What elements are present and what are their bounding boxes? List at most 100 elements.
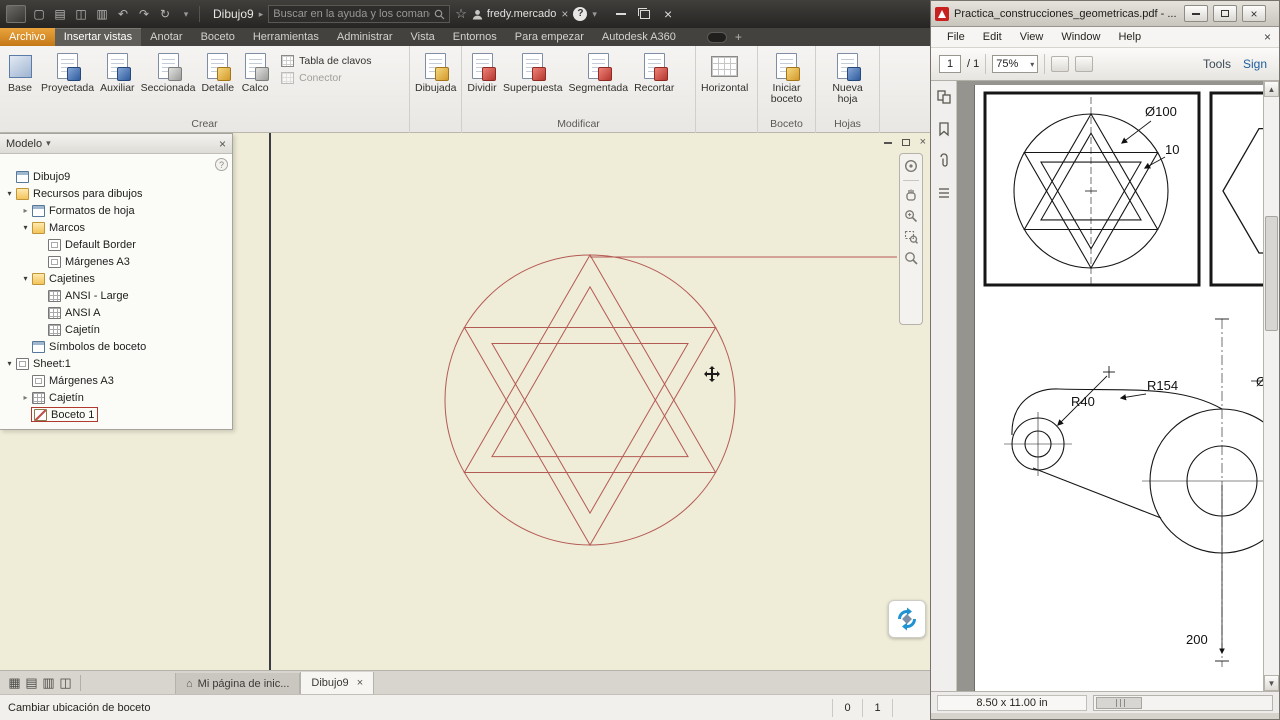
expand-open-icon[interactable] — [20, 223, 31, 232]
tree-item-cajetin[interactable]: Cajetín — [0, 321, 232, 338]
tab-insertar-vistas[interactable]: Insertar vistas — [54, 28, 142, 46]
new-file-icon[interactable]: ▢ — [31, 6, 47, 22]
tab-dibujo9[interactable]: Dibujo9 × — [300, 672, 375, 694]
save-icon[interactable]: ◫ — [73, 6, 89, 22]
tree-item-default-border[interactable]: Default Border — [0, 236, 232, 253]
redo-icon[interactable]: ↷ — [136, 6, 152, 22]
circumscribed-circle[interactable] — [444, 254, 736, 546]
dibujada-button[interactable]: Dibujada — [412, 49, 459, 96]
tree-item-ansi-a[interactable]: ANSI A — [0, 304, 232, 321]
signed-in-user[interactable]: fredy.mercado — [472, 8, 556, 20]
iniciar-boceto-button[interactable]: Iniciar boceto — [760, 49, 813, 107]
scroll-down-icon[interactable]: ▼ — [1264, 675, 1279, 691]
expand-closed-icon[interactable] — [20, 206, 31, 215]
menu-view[interactable]: View — [1012, 31, 1052, 43]
autodesk-a360-badge[interactable] — [888, 600, 926, 638]
tree-item-dibujo9[interactable]: Dibujo9 — [0, 168, 232, 185]
restore-icon[interactable] — [637, 7, 650, 19]
layout-rows-icon[interactable]: ▤ — [23, 675, 40, 691]
update-icon[interactable]: ↻ — [157, 6, 173, 22]
menu-file[interactable]: File — [939, 31, 973, 43]
group-label-modificar[interactable]: Modificar — [462, 117, 695, 133]
hexagram-sketch[interactable] — [444, 254, 897, 546]
navigation-wheel-icon[interactable] — [904, 159, 918, 173]
tabla-de-clavos-button[interactable]: Tabla de clavos — [281, 55, 372, 67]
sign-out-icon[interactable]: × — [561, 7, 568, 21]
browser-panel-header[interactable]: Modelo ▾ × — [0, 134, 232, 154]
superpuesta-button[interactable]: Superpuesta — [500, 49, 566, 96]
tab-para-empezar[interactable]: Para empezar — [506, 28, 593, 46]
search-icon[interactable] — [434, 9, 445, 20]
pan-hand-icon[interactable] — [904, 188, 918, 202]
layout-split-icon[interactable]: ◫ — [57, 675, 74, 691]
horizontal-button[interactable]: Horizontal — [698, 49, 751, 96]
reader-maximize-button[interactable] — [1213, 5, 1237, 22]
nueva-hoja-button[interactable]: Nueva hoja — [818, 49, 877, 107]
attachments-paperclip-icon[interactable] — [936, 153, 952, 169]
vertical-scrollbar[interactable]: ▲ ▼ — [1263, 81, 1279, 691]
expand-open-icon[interactable] — [4, 359, 15, 368]
tab-administrar[interactable]: Administrar — [328, 28, 402, 46]
tree-item-formatos[interactable]: Formatos de hoja — [0, 202, 232, 219]
scroll-up-icon[interactable]: ▲ — [1264, 81, 1279, 97]
document-close-icon[interactable]: × — [1264, 30, 1271, 44]
menu-edit[interactable]: Edit — [975, 31, 1010, 43]
help-dropdown-icon[interactable]: ▾ — [592, 9, 597, 20]
tab-home-page[interactable]: ⌂ Mi página de inic... — [175, 673, 301, 694]
tree-item-marcos[interactable]: Marcos — [0, 219, 232, 236]
zoom-select[interactable]: 75% — [992, 55, 1039, 73]
browser-dropdown-icon[interactable]: ▾ — [46, 138, 51, 149]
expand-closed-icon[interactable] — [20, 393, 31, 402]
tab-entornos[interactable]: Entornos — [444, 28, 506, 46]
group-label-crear[interactable]: Crear — [0, 117, 409, 133]
tree-item-margenes-a3[interactable]: Márgenes A3 — [0, 253, 232, 270]
layers-icon[interactable] — [936, 185, 952, 201]
proyectada-button[interactable]: Proyectada — [38, 49, 97, 96]
close-icon[interactable]: × — [664, 7, 672, 21]
page-number-input[interactable]: 1 — [939, 55, 961, 73]
up-triangle-inner[interactable] — [491, 285, 689, 458]
undo-icon[interactable]: ↶ — [115, 6, 131, 22]
horizontal-scrollbar[interactable] — [1093, 694, 1273, 711]
page-thumbnails-icon[interactable] — [936, 89, 952, 105]
browser-help-icon[interactable]: ? — [215, 158, 228, 171]
expand-open-icon[interactable] — [20, 274, 31, 283]
fit-page-icon[interactable] — [1075, 56, 1094, 72]
down-triangle-inner[interactable] — [491, 343, 689, 515]
tree-item-simbolos[interactable]: Símbolos de boceto — [0, 338, 232, 355]
print-icon[interactable]: ▥ — [94, 6, 110, 22]
base-button[interactable]: Base — [2, 49, 38, 96]
browser-close-icon[interactable]: × — [219, 138, 226, 150]
help-icon[interactable]: ? — [573, 7, 588, 21]
expand-open-icon[interactable] — [4, 189, 15, 198]
zoom-selected-icon[interactable] — [904, 251, 918, 265]
tab-autodesk-a360[interactable]: Autodesk A360 — [593, 28, 685, 46]
scrollbar-thumb[interactable] — [1265, 216, 1278, 331]
doc-close-icon[interactable]: × — [920, 137, 926, 148]
open-file-icon[interactable]: ▤ — [52, 6, 68, 22]
zoom-in-icon[interactable] — [904, 209, 918, 223]
tree-item-margenes-a3-sheet[interactable]: Márgenes A3 — [0, 372, 232, 389]
sign-button[interactable]: Sign — [1243, 57, 1267, 71]
dividir-button[interactable]: Dividir — [464, 49, 500, 96]
reader-close-button[interactable]: × — [1242, 5, 1266, 22]
fit-width-icon[interactable] — [1051, 56, 1070, 72]
tab-anotar[interactable]: Anotar — [141, 28, 191, 46]
qat-dropdown-icon[interactable]: ▾ — [178, 6, 194, 22]
tree-item-cajetin-sheet[interactable]: Cajetín — [0, 389, 232, 406]
tree-item-sheet1[interactable]: Sheet:1 — [0, 355, 232, 372]
doc-minimize-icon[interactable] — [883, 141, 892, 144]
seccionada-button[interactable]: Seccionada — [138, 49, 199, 96]
reader-minimize-button[interactable] — [1184, 5, 1208, 22]
tab-archivo[interactable]: Archivo — [0, 28, 55, 46]
reader-titlebar[interactable]: Practica_construcciones_geometricas.pdf … — [931, 1, 1279, 27]
tree-item-recursos[interactable]: Recursos para dibujos — [0, 185, 232, 202]
tools-button[interactable]: Tools — [1203, 57, 1231, 71]
tab-herramientas[interactable]: Herramientas — [244, 28, 328, 46]
tab-boceto[interactable]: Boceto — [192, 28, 244, 46]
pdf-content-area[interactable]: Ø100 10 R154 R40 200 Ø — [957, 81, 1263, 691]
minimize-icon[interactable] — [615, 13, 626, 15]
layout-grid-icon[interactable]: ▦ — [6, 675, 23, 691]
favorites-star-icon[interactable]: ☆ — [455, 6, 467, 22]
inventor-app-logo-icon[interactable] — [6, 5, 26, 23]
